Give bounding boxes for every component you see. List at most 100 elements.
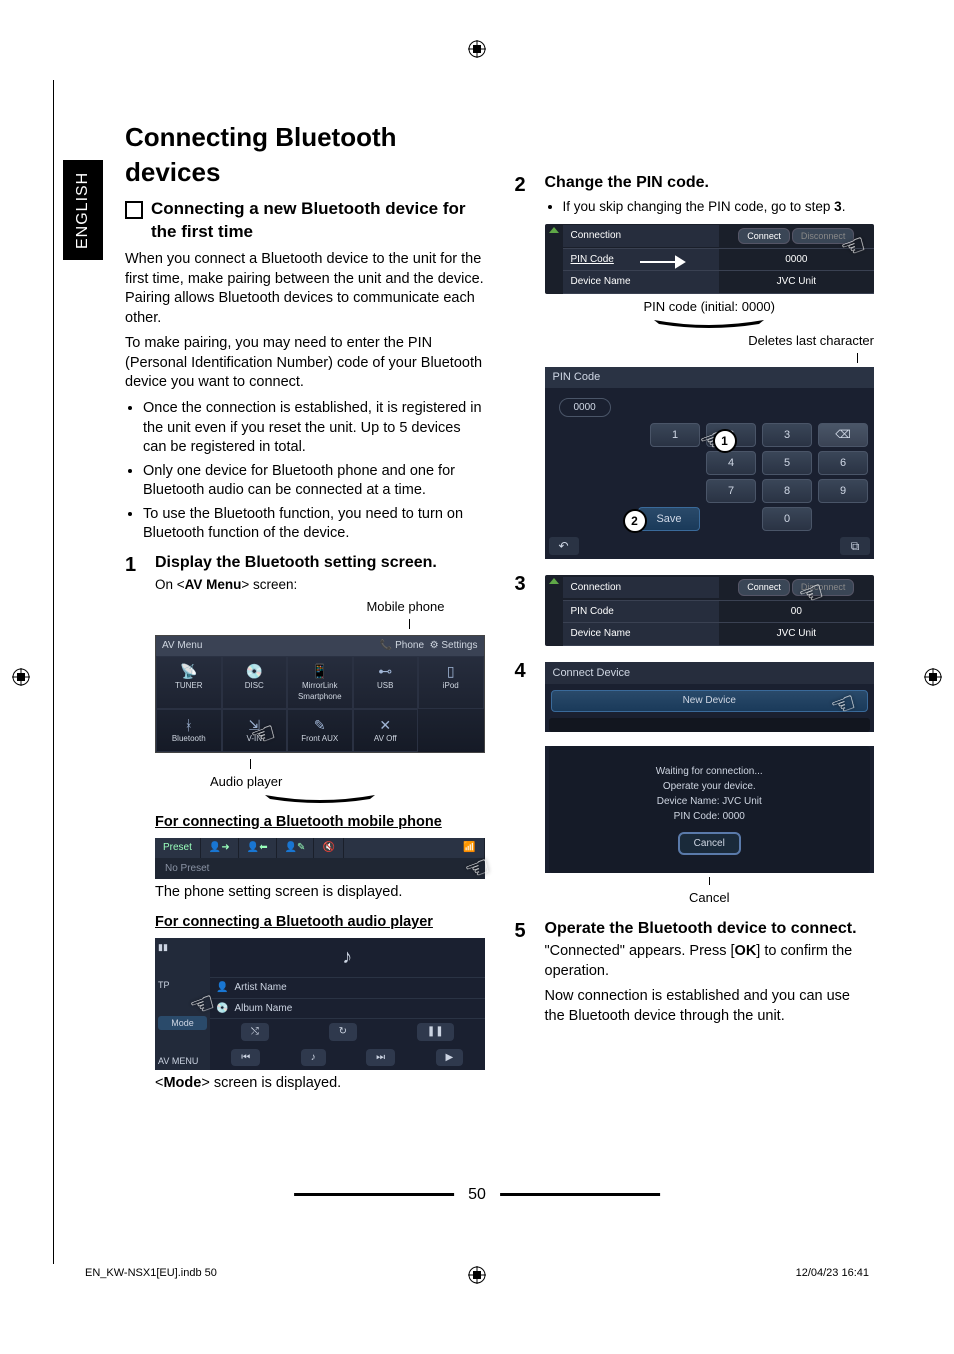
pause-button: ❚❚	[417, 1023, 454, 1041]
connection-label: Connection	[563, 225, 719, 247]
note-icon: ♪	[342, 944, 352, 971]
key-8: 8	[762, 479, 812, 503]
phone-preset-screenshot: Preset 👤➜ 👤⬅ 👤✎ 🔇 📶 No Preset ☜	[155, 838, 485, 879]
footer-file: EN_KW-NSX1[EU].indb 50	[85, 1267, 217, 1279]
bullet-item: Once the connection is established, it i…	[143, 399, 485, 458]
intro-bullets: Once the connection is established, it i…	[125, 399, 485, 544]
key-0: 0	[762, 507, 812, 531]
key-delete: ⌫	[818, 423, 868, 447]
step-number: 1	[125, 552, 143, 1100]
aux-icon: ✎	[290, 716, 350, 734]
avmenu-title: AV Menu	[162, 639, 202, 653]
album-icon: 💿	[216, 1002, 228, 1016]
waiting-screenshot: Waiting for connection... Operate your d…	[545, 746, 875, 873]
step-5: 5 Operate the Bluetooth device to connec…	[515, 918, 875, 1032]
devicename-label: Device Name	[563, 623, 719, 645]
step-sub-bullet: If you skip changing the PIN code, go to…	[563, 198, 875, 216]
left-column: Connecting Bluetooth devices Connecting …	[125, 120, 485, 1244]
right-column: 2 Change the PIN code. If you skip chang…	[515, 120, 875, 1244]
album-name: Album Name	[234, 1002, 292, 1016]
usb-icon: ⊷	[356, 663, 416, 681]
connect-button: Connect	[738, 228, 790, 244]
waiting-line-1: Waiting for connection...	[559, 764, 861, 779]
tp-label: TP	[158, 979, 207, 991]
pin-initial-caption: PIN code (initial: 0000)	[545, 298, 875, 316]
connect-device-title: Connect Device	[545, 662, 875, 685]
avmenu-disc: 💿DISC	[222, 656, 288, 710]
key-1: 1	[650, 423, 700, 447]
intro-para-1: When you connect a Bluetooth device to t…	[125, 250, 485, 328]
delete-caption: Deletes last character	[545, 332, 875, 350]
key-save: Save	[638, 507, 700, 531]
back-icon: ↶	[549, 537, 579, 555]
new-device-button: New Device	[551, 690, 869, 712]
step-number: 4	[515, 658, 533, 911]
ipod-icon: ▯	[421, 663, 481, 681]
key-5: 5	[762, 451, 812, 475]
keypad-title: PIN Code	[545, 367, 875, 388]
audio-subheading: For connecting a Bluetooth audio player	[155, 913, 485, 933]
phone-after-text: The phone setting screen is displayed.	[155, 883, 485, 903]
preset-icon: 👤✎	[277, 838, 315, 858]
tuner-icon: 📡	[159, 663, 219, 681]
connection-label: Connection	[563, 577, 719, 599]
window-icon: ⧉	[840, 537, 870, 555]
pincode-value: 0000	[719, 249, 874, 271]
step-title: Display the Bluetooth setting screen.	[155, 552, 485, 574]
keypad-input: 0000	[559, 398, 611, 418]
pincode-label: PIN Code	[563, 601, 719, 623]
prev-button: ⏮	[231, 1049, 260, 1067]
swoosh-icon	[260, 793, 380, 803]
page-title: Connecting Bluetooth devices	[125, 120, 485, 190]
bluetooth-icon: ᚼ	[159, 716, 219, 734]
box-bullet-icon	[125, 201, 143, 219]
step-sub: On <AV Menu> screen:	[155, 576, 485, 594]
waiting-line-3: Device Name: JVC Unit	[559, 794, 861, 809]
settings-screenshot-2: ConnectionConnectDisconnect PIN Code00 D…	[545, 575, 875, 645]
disc-icon: 💿	[225, 663, 285, 681]
callout-arrow-icon	[640, 254, 690, 270]
settings-screenshot-1: ConnectionConnectDisconnect PIN Code0000…	[545, 224, 875, 294]
step-1: 1 Display the Bluetooth setting screen. …	[125, 552, 485, 1100]
repeat-button: ↻	[329, 1023, 357, 1041]
avmenu-bluetooth: ᚼBluetooth	[156, 709, 222, 752]
callout-2: 2	[623, 509, 647, 533]
avmenu-label: AV MENU	[158, 1055, 207, 1067]
disconnect-button: Disconnect	[792, 228, 855, 244]
avmenu-usb: ⊷USB	[353, 656, 419, 710]
audio-player-screenshot: ▮▮ TP Mode AV MENU ♪ 👤Artist Name 💿Album…	[155, 938, 485, 1070]
footer: EN_KW-NSX1[EU].indb 50 12/04/23 16:41	[85, 1267, 869, 1279]
avmenu-vin: ⇲V-IN	[222, 709, 288, 752]
avmenu-screenshot: AV Menu 📞 Phone ⚙ Settings 📡TUNER 💿DISC …	[155, 635, 485, 753]
step-4: 4 Connect Device New Device ☜ Waiting fo…	[515, 658, 875, 911]
avoff-icon: ✕	[356, 716, 416, 734]
preset-icon: 👤⬅	[239, 838, 277, 858]
devicename-label: Device Name	[563, 271, 719, 293]
devicename-value: JVC Unit	[719, 623, 874, 645]
disconnect-button: Disconnect	[792, 579, 855, 595]
key-9: 9	[818, 479, 868, 503]
preset-icon: 📶	[455, 838, 484, 858]
mode-button: Mode	[158, 1016, 207, 1030]
vin-icon: ⇲	[225, 716, 285, 734]
settings-tab: ⚙ Settings	[430, 640, 478, 651]
footer-date: 12/04/23 16:41	[796, 1267, 869, 1279]
step-number: 5	[515, 918, 533, 1032]
key-6: 6	[818, 451, 868, 475]
bullet-item: To use the Bluetooth function, you need …	[143, 505, 485, 544]
crop-mark-right	[924, 668, 942, 686]
audio-after-text: <Mode> screen is displayed.	[155, 1074, 485, 1094]
callout-1: 1	[713, 429, 737, 453]
mobile-phone-label: Mobile phone	[155, 598, 445, 616]
audio-player-label: Audio player	[210, 773, 485, 791]
key-3: 3	[762, 423, 812, 447]
bullet-item: Only one device for Bluetooth phone and …	[143, 462, 485, 501]
up-triangle-icon	[549, 227, 559, 233]
cancel-caption: Cancel	[545, 889, 875, 907]
step5-para-1: "Connected" appears. Press [OK] to confi…	[545, 942, 875, 981]
next-button: ⏭	[366, 1049, 395, 1067]
up-triangle-icon	[549, 578, 559, 584]
avmenu-frontaux: ✎Front AUX	[287, 709, 353, 752]
no-preset-text: No Preset	[155, 858, 485, 880]
step-number: 3	[515, 571, 533, 649]
